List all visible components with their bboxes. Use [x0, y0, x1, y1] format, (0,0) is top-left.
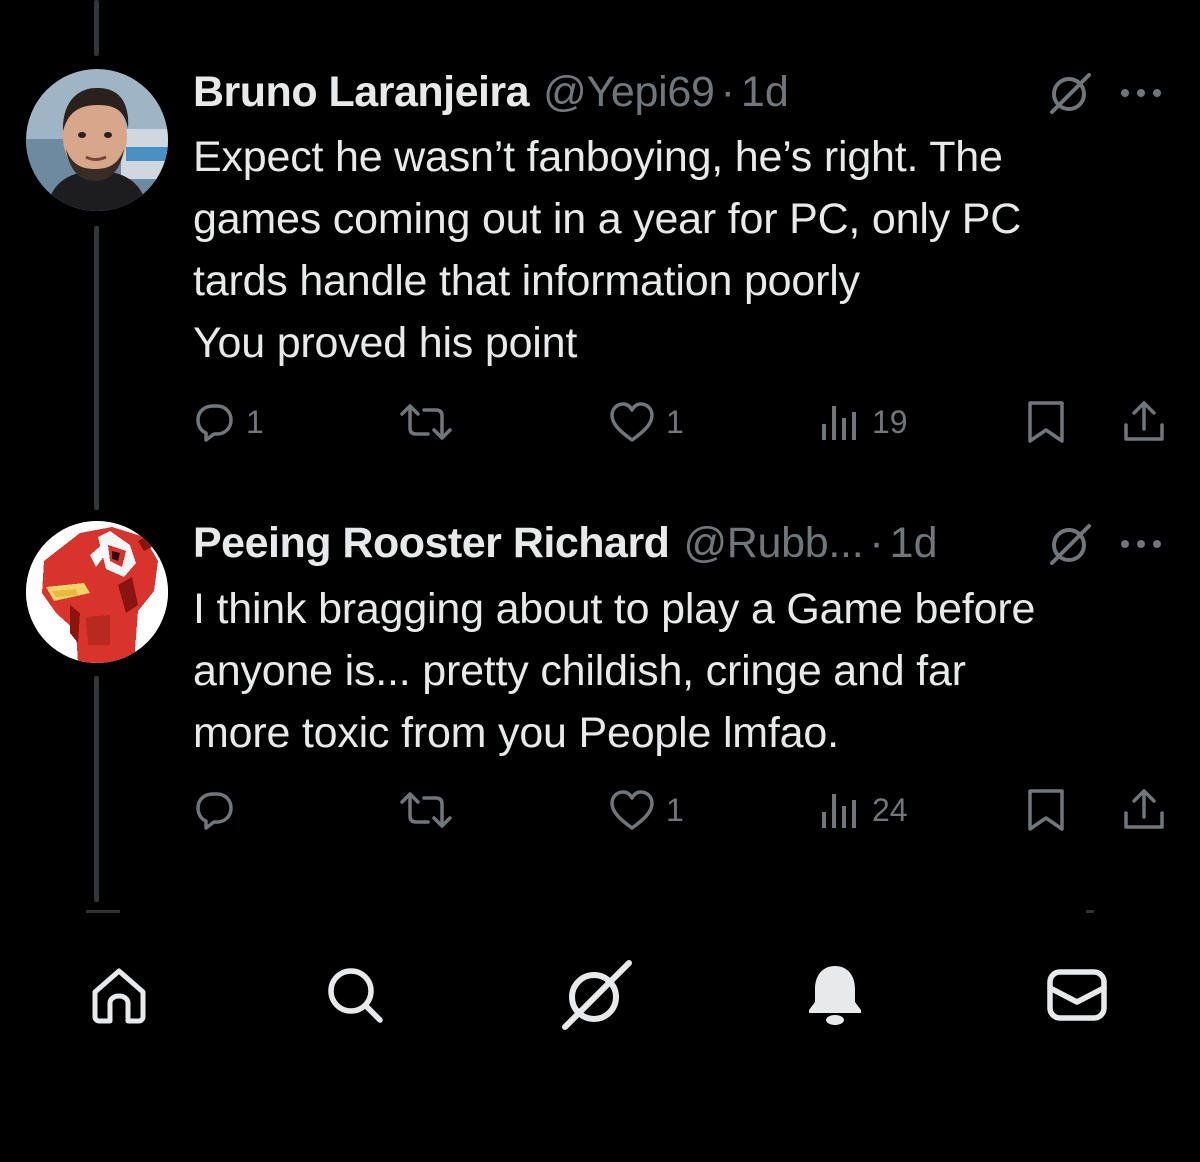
tweet-text-line: anyone is... pretty childish, cringe and…: [193, 647, 966, 695]
reply-count: 1: [246, 404, 264, 440]
bookmark-icon: [1028, 401, 1064, 443]
nav-search[interactable]: [310, 950, 400, 1040]
nav-divider: [1086, 910, 1094, 913]
timestamp[interactable]: 1d: [890, 513, 938, 573]
share-icon: [1124, 789, 1164, 829]
thread-connector: [94, 226, 99, 510]
like-icon: [610, 790, 654, 830]
views-button[interactable]: 24: [818, 780, 908, 840]
tweet-text-line: Expect he wasn’t fanboying, he’s right. …: [193, 133, 1003, 181]
grok-button[interactable]: [1043, 66, 1097, 120]
more-options-button[interactable]: [1114, 517, 1168, 571]
timestamp[interactable]: 1d: [741, 62, 789, 122]
share-button[interactable]: [1122, 392, 1166, 452]
tweet-header: Peeing Rooster Richard @Rubb... · 1d: [193, 513, 938, 573]
profile-photo-icon: [26, 69, 168, 211]
separator-dot: ·: [720, 68, 735, 116]
grok-icon: [1050, 524, 1091, 565]
tweet-text: I think bragging about to play a Game be…: [193, 578, 1173, 764]
nav-notifications[interactable]: [790, 950, 880, 1040]
bottom-navigation: [0, 940, 1200, 1050]
more-icon: [1121, 89, 1161, 97]
tweet-text-line: games coming out in a year for PC, only …: [193, 195, 1022, 243]
bookmark-button[interactable]: [1024, 392, 1068, 452]
rooster-pixel-art-icon: [26, 521, 168, 663]
nav-messages[interactable]: [1032, 950, 1122, 1040]
view-count: 19: [872, 404, 908, 440]
grok-icon: [1050, 73, 1091, 114]
like-icon: [610, 402, 654, 442]
more-icon: [1121, 540, 1161, 548]
nav-grok[interactable]: [550, 950, 640, 1040]
display-name[interactable]: Bruno Laranjeira: [193, 62, 530, 122]
like-button[interactable]: 1: [608, 392, 684, 452]
avatar[interactable]: [26, 521, 168, 663]
repost-button[interactable]: [398, 780, 464, 840]
repost-icon: [400, 404, 452, 440]
like-count: 1: [666, 404, 684, 440]
bookmark-icon: [1028, 789, 1064, 831]
tweet-text-line: tards handle that information poorly: [193, 257, 860, 305]
bookmark-button[interactable]: [1024, 780, 1068, 840]
avatar[interactable]: [26, 69, 168, 211]
repost-icon: [400, 792, 452, 828]
tweet-actions: 1 1 19: [190, 392, 1180, 452]
bell-icon: [809, 966, 861, 1025]
tweet-text: Expect he wasn’t fanboying, he’s right. …: [193, 126, 1173, 374]
thread-connector: [94, 0, 99, 56]
home-icon: [92, 968, 146, 1024]
mail-icon: [1047, 969, 1107, 1021]
tweet-text-line: You proved his point: [193, 319, 578, 367]
like-button[interactable]: 1: [608, 780, 684, 840]
more-options-button[interactable]: [1114, 66, 1168, 120]
user-handle[interactable]: @Rubb...: [683, 513, 863, 573]
share-icon: [1124, 401, 1164, 441]
display-name[interactable]: Peeing Rooster Richard: [193, 513, 670, 573]
nav-home[interactable]: [74, 950, 164, 1040]
tweet-actions: 1 24: [190, 780, 1180, 840]
repost-button[interactable]: [398, 392, 464, 452]
views-icon: [822, 406, 856, 440]
tweet-text-line: I think bragging about to play a Game be…: [193, 585, 1036, 633]
tweet-text-line: more toxic from you People lmfao.: [193, 709, 839, 757]
like-count: 1: [666, 792, 684, 828]
reply-icon: [196, 404, 233, 442]
reply-button[interactable]: [192, 780, 246, 840]
user-handle[interactable]: @Yepi69: [543, 62, 715, 122]
nav-divider: [86, 910, 120, 913]
separator-dot: ·: [869, 519, 884, 567]
grok-button[interactable]: [1043, 517, 1097, 571]
views-button[interactable]: 19: [818, 392, 908, 452]
reply-button[interactable]: 1: [192, 392, 264, 452]
tweet-header: Bruno Laranjeira @Yepi69 · 1d: [193, 62, 789, 122]
reply-icon: [196, 792, 233, 830]
grok-icon: [562, 960, 632, 1030]
thread-connector: [94, 676, 99, 902]
views-icon: [822, 794, 856, 828]
share-button[interactable]: [1122, 780, 1166, 840]
view-count: 24: [872, 792, 908, 828]
search-icon: [328, 968, 383, 1023]
